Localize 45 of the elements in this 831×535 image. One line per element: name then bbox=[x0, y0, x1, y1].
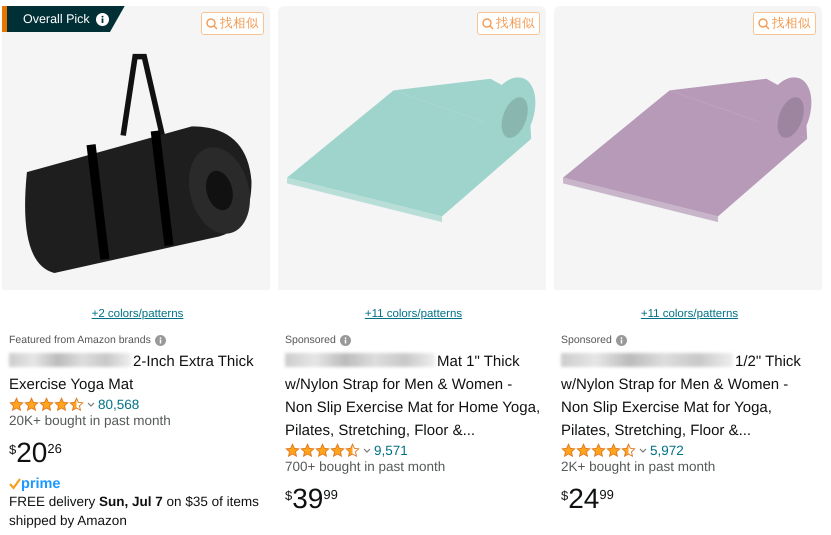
half-star-icon bbox=[69, 397, 84, 412]
chevron-down-icon[interactable] bbox=[87, 402, 95, 408]
star-icon bbox=[54, 397, 69, 412]
half-star-icon bbox=[621, 443, 636, 458]
star-icon bbox=[300, 443, 315, 458]
rating-count-link[interactable]: 9,571 bbox=[374, 443, 408, 458]
delivery-info: FREE delivery Sun, Jul 7 on $35 of items shipped by Amazon bbox=[9, 493, 260, 530]
product-title[interactable]: 2-Inch Extra Thick Exercise Yoga Mat bbox=[9, 350, 266, 396]
colors-patterns-link[interactable]: +2 colors/patterns bbox=[92, 308, 184, 320]
product-title[interactable]: 1/2" Thick w/Nylon Strap for Men & Women - Non Slip Exercise Mat for Yoga, Pilates, Stretching, Floor &... bbox=[561, 350, 818, 442]
search-icon bbox=[758, 18, 770, 30]
rating-count-link[interactable]: 5,972 bbox=[650, 443, 684, 458]
star-icon bbox=[39, 397, 54, 412]
star-rating[interactable] bbox=[9, 397, 84, 412]
star-icon bbox=[24, 397, 39, 412]
product-image-area[interactable]: Overall Pick 找相似 bbox=[2, 6, 270, 290]
chevron-down-icon[interactable] bbox=[639, 448, 647, 454]
star-icon bbox=[591, 443, 606, 458]
star-icon bbox=[576, 443, 591, 458]
product-title[interactable]: Mat 1" Thick w/Nylon Strap for Men & Women - Non Slip Exercise Mat for Home Yoga, Pilates, Stretching, Floor &... bbox=[285, 350, 542, 442]
search-icon bbox=[482, 18, 494, 30]
rating-count-link[interactable]: 80,568 bbox=[98, 397, 140, 412]
info-icon[interactable] bbox=[96, 12, 109, 26]
search-icon bbox=[206, 18, 218, 30]
colors-patterns-link[interactable]: +11 colors/patterns bbox=[640, 308, 738, 320]
product-label: Sponsored bbox=[285, 334, 336, 346]
star-rating[interactable] bbox=[285, 443, 360, 458]
overall-pick-badge: Overall Pick bbox=[2, 6, 125, 32]
prime-logo: prime bbox=[21, 476, 60, 492]
star-icon bbox=[606, 443, 621, 458]
half-star-icon bbox=[345, 443, 360, 458]
chevron-down-icon[interactable] bbox=[363, 448, 371, 454]
star-rating[interactable] bbox=[561, 443, 636, 458]
star-icon bbox=[9, 397, 24, 412]
star-icon bbox=[285, 443, 300, 458]
colors-patterns-link[interactable]: +11 colors/patterns bbox=[364, 308, 462, 320]
product-label: Sponsored bbox=[561, 334, 612, 346]
bought-count: 20K+ bought in past month bbox=[9, 413, 172, 428]
star-icon bbox=[561, 443, 576, 458]
product-label: Featured from Amazon brands bbox=[9, 334, 151, 346]
star-icon bbox=[315, 443, 330, 458]
check-icon bbox=[9, 478, 21, 490]
bought-count: 2K+ bought in past month bbox=[561, 459, 716, 474]
star-icon bbox=[330, 443, 345, 458]
bought-count: 700+ bought in past month bbox=[285, 459, 446, 474]
